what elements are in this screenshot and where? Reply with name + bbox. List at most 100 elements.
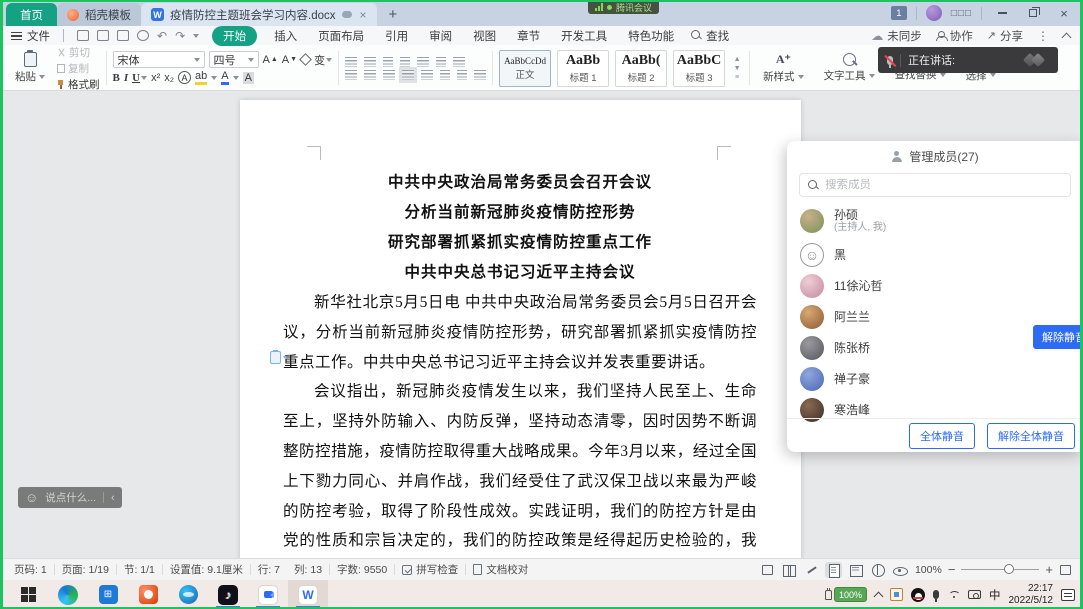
paste-button[interactable]: 粘贴 [9, 52, 51, 84]
style-heading2[interactable]: AaBb( 标题 2 [615, 50, 667, 87]
taskbar-edge[interactable] [48, 580, 88, 609]
ime-indicator[interactable]: 中 [989, 587, 1001, 603]
align-center-icon[interactable] [364, 70, 376, 80]
menu-item-insert[interactable]: 插入 [270, 26, 301, 46]
show-marks-icon[interactable] [453, 57, 465, 67]
align-right-icon[interactable] [383, 70, 395, 80]
menu-item-home[interactable]: 开始 [212, 26, 257, 46]
more-options-icon[interactable]: ⋮ [1037, 29, 1049, 43]
circled-character-button[interactable]: A [178, 71, 191, 84]
zoom-in-button[interactable]: + [1045, 563, 1053, 576]
cut-button[interactable]: 剪切 [57, 45, 100, 60]
customize-toolbar-caret-icon[interactable] [193, 34, 199, 38]
tab-docer[interactable]: 稻壳模板 [57, 3, 141, 26]
bullet-list-icon[interactable] [345, 57, 357, 67]
format-painter-button[interactable]: 格式刷 [57, 77, 100, 92]
page-view-icon[interactable] [827, 564, 840, 576]
justify-icon[interactable] [402, 70, 414, 80]
file-menu[interactable]: 文件 [11, 28, 50, 44]
status-page-count[interactable]: 页面: 1/19 [55, 562, 116, 577]
qq-icon[interactable] [911, 588, 925, 602]
taskbar-store[interactable]: ⊞ [88, 580, 128, 609]
preview-icon[interactable] [137, 30, 149, 41]
style-heading3[interactable]: AaBbC 标题 3 [673, 50, 725, 87]
collapse-chat-icon[interactable]: ‹ [111, 492, 115, 504]
minimize-button[interactable] [991, 4, 1013, 22]
font-family-select[interactable]: 宋体 [113, 51, 205, 68]
collapse-ribbon-icon[interactable] [1062, 32, 1072, 42]
tray-expand-icon[interactable] [874, 591, 884, 601]
grow-font-button[interactable]: A▲ [263, 54, 278, 66]
bold-button[interactable]: B [113, 72, 120, 84]
snip-tool-icon[interactable] [890, 588, 903, 601]
style-heading1[interactable]: AaBb 标题 1 [557, 50, 609, 87]
new-tab-button[interactable]: + [389, 6, 398, 23]
battery-status[interactable]: 100% [825, 587, 867, 602]
highlight-color-button[interactable]: ab [195, 70, 207, 85]
undo-icon[interactable]: ↶ [157, 30, 167, 42]
fullscreen-icon[interactable] [761, 564, 774, 576]
meeting-share-indicator[interactable]: 腾讯会议 [588, 0, 659, 14]
print-preview-icon[interactable] [117, 30, 129, 41]
chat-placeholder[interactable]: 说点什么... [45, 490, 96, 505]
member-search-input[interactable] [825, 179, 1062, 191]
sort-icon[interactable] [436, 57, 446, 67]
member-row[interactable]: ☺ 黑 [787, 239, 1083, 270]
account-name[interactable]: □□□ [951, 8, 972, 19]
message-badge[interactable]: 1 [891, 6, 907, 20]
font-size-select[interactable]: 四号 [209, 51, 259, 68]
unmute-member-button[interactable]: 解除静音 [1033, 325, 1083, 349]
fit-page-icon[interactable] [1059, 564, 1072, 576]
proofread-button[interactable]: 文档校对 [466, 562, 535, 577]
clock[interactable]: 22:17 2022/5/12 [1009, 583, 1054, 606]
italic-button[interactable]: I [124, 72, 128, 84]
underline-button[interactable]: U [132, 72, 147, 84]
member-row[interactable]: 孙硕 (主持人, 我) [787, 203, 1083, 239]
menu-item-section[interactable]: 章节 [513, 26, 544, 46]
emoji-icon[interactable]: ☺ [25, 491, 38, 504]
status-word-count[interactable]: 字数: 9550 [330, 562, 394, 577]
meeting-floating-bar[interactable]: 正在讲话: [878, 47, 1058, 73]
tray-mic-icon[interactable] [933, 590, 939, 599]
print-icon[interactable] [97, 30, 109, 41]
unmute-all-button[interactable]: 解除全体静音 [987, 423, 1075, 449]
new-style-button[interactable]: A⁺ 新样式 [756, 52, 811, 84]
zoom-level[interactable]: 100% [915, 564, 942, 576]
ink-icon[interactable] [805, 564, 818, 576]
align-left-icon[interactable] [345, 70, 357, 80]
shading-icon[interactable] [457, 70, 467, 80]
redo-icon[interactable]: ↷ [175, 30, 185, 42]
superscript-button[interactable]: x² [151, 72, 160, 84]
start-button[interactable] [8, 580, 48, 609]
taskbar-wps[interactable]: W [288, 580, 328, 609]
decrease-indent-icon[interactable] [383, 57, 393, 67]
member-search-box[interactable] [799, 173, 1071, 197]
wifi-icon[interactable] [947, 590, 960, 600]
notification-center-icon[interactable] [1061, 589, 1075, 601]
menu-item-special-features[interactable]: 特色功能 [624, 26, 678, 46]
read-layout-icon[interactable] [783, 564, 796, 576]
taskbar-office[interactable] [128, 580, 168, 609]
collaborate-button[interactable]: 协作 [936, 28, 973, 44]
numbered-list-icon[interactable] [364, 57, 376, 67]
outline-view-icon[interactable] [849, 564, 862, 576]
borders-icon[interactable] [474, 70, 486, 80]
meeting-chat-bubble[interactable]: ☺ 说点什么... ‹ [18, 487, 122, 508]
member-row[interactable]: 11徐沁哲 [787, 270, 1083, 301]
tab-document[interactable]: W 疫情防控主题班会学习内容.docx × [141, 3, 377, 26]
line-spacing-icon[interactable] [440, 70, 450, 80]
distribute-icon[interactable] [421, 70, 433, 80]
style-body[interactable]: AaBbCcDd 正文 [499, 50, 551, 87]
mute-all-button[interactable]: 全体静音 [909, 423, 975, 449]
close-button[interactable]: × [1053, 4, 1075, 22]
web-layout-icon[interactable] [871, 564, 884, 576]
restore-button[interactable] [1022, 4, 1044, 22]
text-scale-icon[interactable] [417, 57, 429, 67]
tab-home[interactable]: 首页 [6, 3, 57, 26]
zoom-slider-knob[interactable] [1004, 564, 1014, 574]
menu-item-dev-tools[interactable]: 开发工具 [557, 26, 611, 46]
eye-protect-icon[interactable] [893, 564, 906, 576]
increase-indent-icon[interactable] [400, 57, 410, 67]
menu-item-references[interactable]: 引用 [381, 26, 412, 46]
text-transform-button[interactable]: 变 [314, 52, 332, 68]
